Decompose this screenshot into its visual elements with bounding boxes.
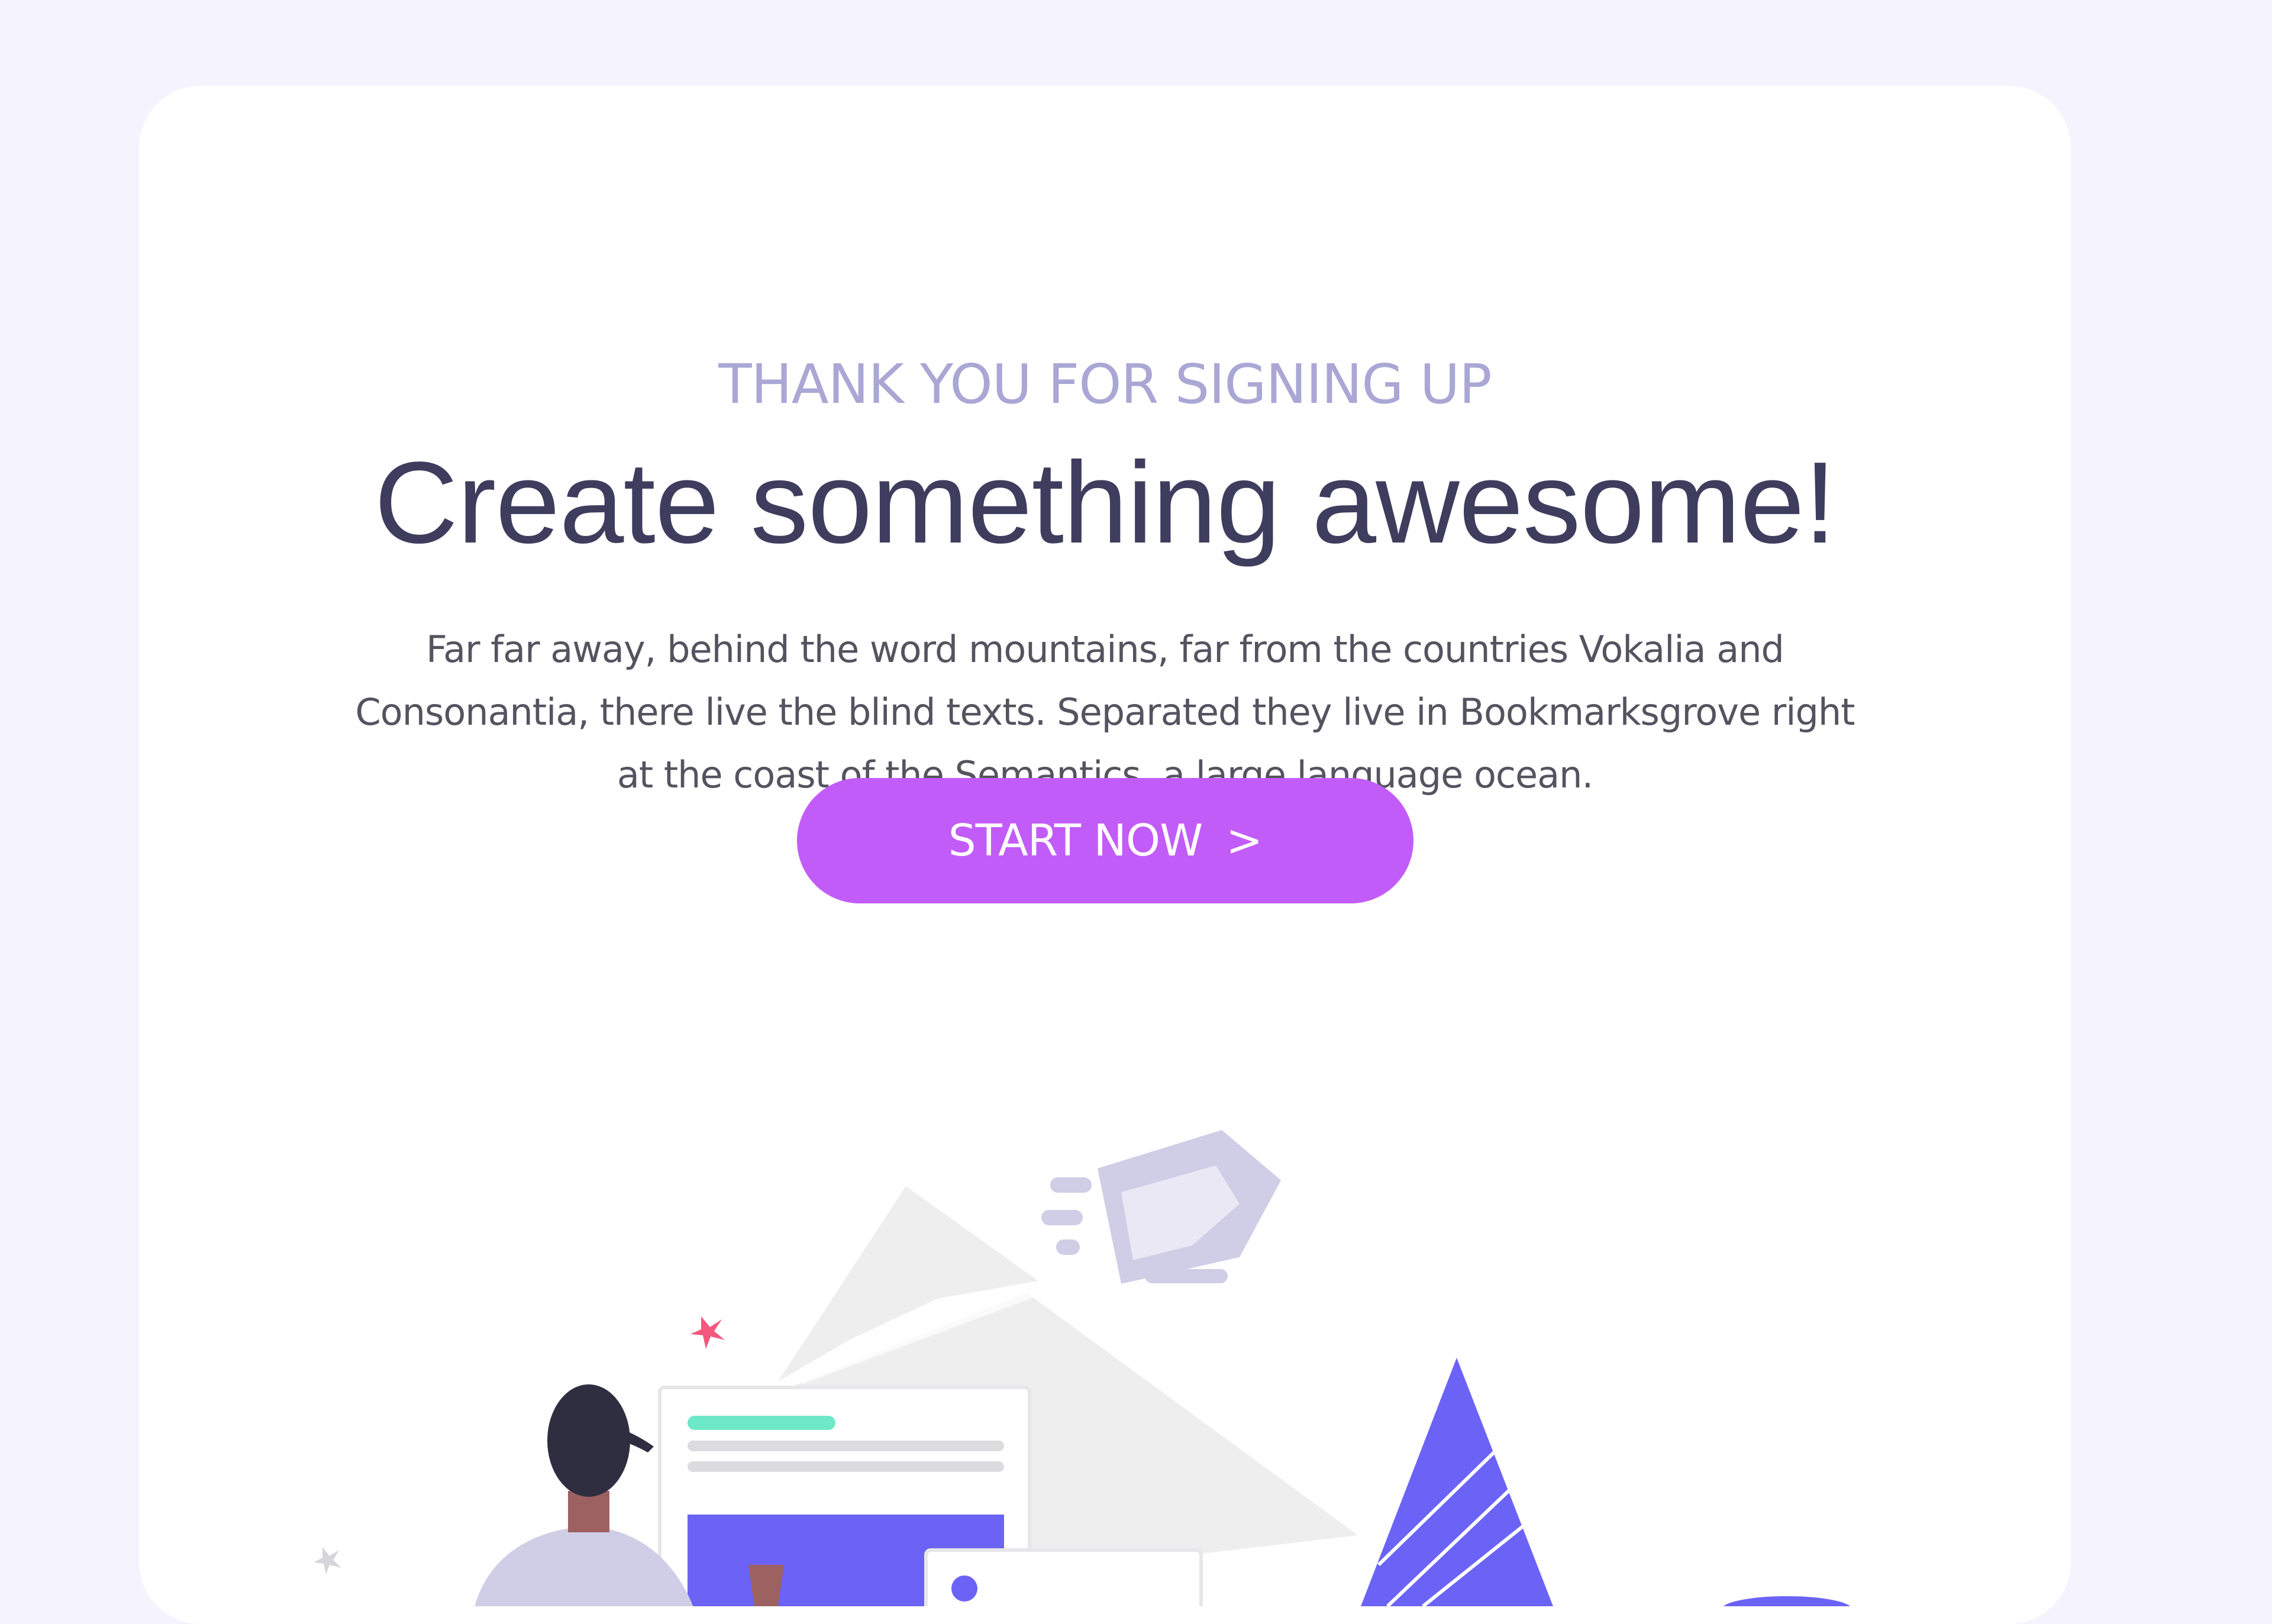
illustration [314,1130,1851,1606]
chevron-right-icon: > [1226,815,1263,866]
pine-tree-icon [1361,1358,1553,1606]
circle-shape [1723,1596,1851,1606]
headline: Create something awesome! [374,438,1837,567]
rocket-icon [1041,1130,1281,1284]
start-now-label: START NOW [948,815,1203,866]
eyebrow-text: THANK YOU FOR SIGNING UP [718,353,1492,416]
signup-card: THANK YOU FOR SIGNING UP Create somethin… [139,86,2071,1624]
start-now-button[interactable]: START NOW > [797,778,1413,903]
